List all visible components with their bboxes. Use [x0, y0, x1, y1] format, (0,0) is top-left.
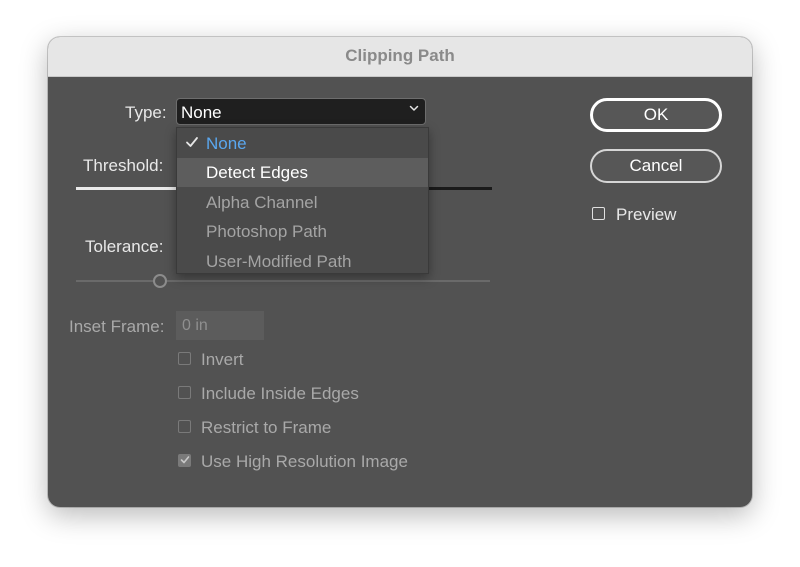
type-dropdown-menu: None Detect Edges Alpha Channel Photosho…: [176, 127, 429, 274]
threshold-label: Threshold:: [83, 156, 164, 175]
chevron-down-icon: [409, 105, 419, 111]
use-high-resolution-image-checkbox[interactable]: [178, 454, 191, 467]
menu-item-user-modified-path[interactable]: User-Modified Path: [177, 247, 428, 276]
window-title: Clipping Path: [345, 46, 455, 65]
invert-label: Invert: [201, 350, 244, 369]
menu-item-label: Photoshop Path: [206, 222, 327, 241]
title-bar[interactable]: Clipping Path: [48, 37, 752, 77]
menu-item-detect-edges[interactable]: Detect Edges: [177, 158, 428, 187]
menu-item-photoshop-path[interactable]: Photoshop Path: [177, 217, 428, 246]
clipping-path-dialog: Clipping Path Type: None Threshold: Tole…: [48, 37, 752, 507]
invert-checkbox[interactable]: [178, 352, 191, 365]
preview-checkbox[interactable]: [592, 207, 605, 220]
threshold-slider-filled[interactable]: [76, 187, 176, 190]
restrict-to-frame-checkbox[interactable]: [178, 420, 191, 433]
menu-item-label: User-Modified Path: [206, 252, 352, 271]
inset-frame-value: 0 in: [182, 317, 208, 334]
menu-item-label: None: [206, 134, 247, 153]
menu-item-label: Alpha Channel: [206, 193, 318, 212]
use-high-resolution-image-label: Use High Resolution Image: [201, 452, 408, 471]
ok-button[interactable]: OK: [590, 98, 722, 132]
tolerance-slider-track[interactable]: [76, 280, 490, 282]
menu-item-none[interactable]: None: [177, 129, 428, 158]
preview-label: Preview: [616, 205, 677, 224]
threshold-slider-track[interactable]: [429, 187, 492, 190]
type-select[interactable]: None: [176, 98, 426, 125]
type-label: Type:: [125, 103, 167, 122]
tolerance-slider-thumb[interactable]: [153, 274, 167, 288]
cancel-button[interactable]: Cancel: [590, 149, 722, 183]
tolerance-label: Tolerance:: [85, 237, 164, 256]
menu-item-alpha-channel[interactable]: Alpha Channel: [177, 188, 428, 217]
menu-item-label: Detect Edges: [206, 163, 309, 182]
inset-frame-label: Inset Frame:: [69, 317, 165, 336]
include-inside-edges-label: Include Inside Edges: [201, 384, 359, 403]
restrict-to-frame-label: Restrict to Frame: [201, 418, 332, 437]
checkmark-icon: [186, 137, 198, 147]
type-select-value: None: [181, 103, 222, 122]
inset-frame-input[interactable]: 0 in: [176, 311, 264, 340]
checkmark-icon: [180, 456, 190, 464]
include-inside-edges-checkbox[interactable]: [178, 386, 191, 399]
